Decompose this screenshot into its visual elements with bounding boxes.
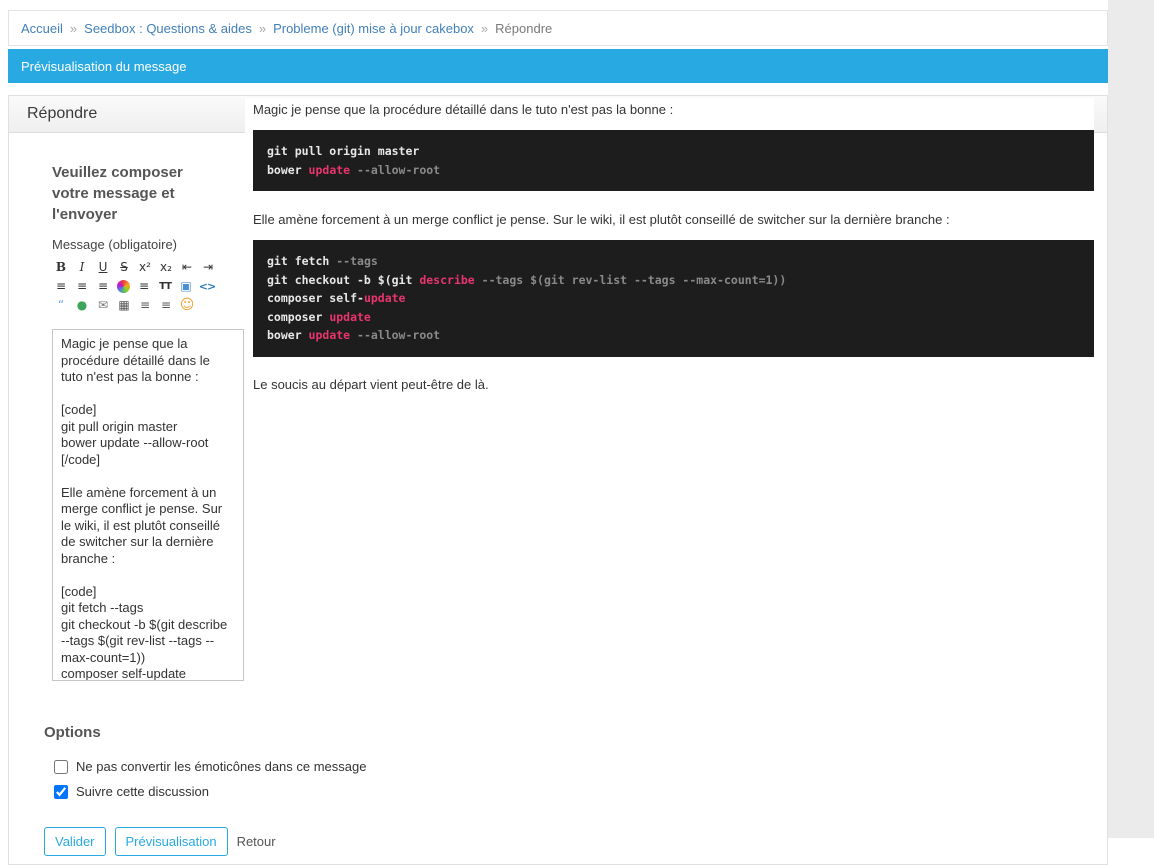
breadcrumb: Accueil » Seedbox : Questions & aides » … — [8, 10, 1108, 46]
code-segment: git pull origin master — [267, 144, 420, 158]
form-actions: Valider Prévisualisation Retour — [44, 827, 1107, 856]
superscript-icon[interactable]: x² — [136, 259, 154, 276]
message-preview: Magic je pense que la procédure détaillé… — [245, 98, 1094, 402]
breadcrumb-link-forum[interactable]: Seedbox : Questions & aides — [84, 21, 252, 36]
code-line: bower update --allow-root — [267, 161, 1080, 180]
insert-media-icon[interactable]: ▦ — [115, 297, 133, 314]
code-segment: --tags — [336, 254, 378, 268]
code-line: bower update --allow-root — [267, 326, 1080, 345]
align-right-icon[interactable]: ≡ — [94, 278, 112, 295]
code-line: git checkout -b $(git describe --tags $(… — [267, 271, 1080, 290]
preview-paragraph: Elle amène forcement à un merge conflict… — [253, 212, 950, 227]
align-justify-icon[interactable]: ≡ — [135, 278, 153, 295]
options-section: Options Ne pas convertir les émoticônes … — [44, 724, 1107, 799]
insert-email-icon[interactable]: ✉ — [94, 297, 112, 314]
reply-panel: Répondre Magic je pense que la procédure… — [8, 95, 1108, 865]
code-block-1: git pull origin master bower update --all… — [253, 130, 1094, 191]
align-center-icon[interactable]: ≡ — [73, 278, 91, 295]
code-line: git fetch --tags — [267, 252, 1080, 271]
code-segment: composer self- — [267, 291, 364, 305]
code-segment: git fetch — [267, 254, 337, 268]
preview-paragraph: Le soucis au départ vient peut-être de l… — [253, 376, 489, 392]
breadcrumb-separator: » — [480, 20, 489, 36]
follow-topic-checkbox[interactable] — [54, 784, 68, 799]
breadcrumb-link-home[interactable]: Accueil — [21, 21, 63, 36]
preview-banner-text: Prévisualisation du message — [21, 58, 187, 74]
code-block-2: git fetch --tags git checkout -b $(git de… — [253, 240, 1094, 357]
code-line: composer self-update — [267, 289, 1080, 308]
underline-icon[interactable]: U — [94, 259, 112, 276]
toolbar-row: B I U Sx² x₂ ⇤ ⇥ — [52, 258, 259, 277]
bold-icon[interactable]: B — [52, 259, 70, 276]
align-left-icon[interactable]: ≡ — [52, 278, 70, 295]
code-segment: bower — [267, 328, 309, 342]
breadcrumb-link-topic[interactable]: Probleme (git) mise à jour cakebox — [273, 21, 474, 36]
quote-icon[interactable]: “ — [52, 297, 70, 314]
insert-link-icon[interactable]: ● — [73, 297, 91, 314]
message-field-label: Message (obligatoire) — [52, 237, 178, 252]
option-no-emoticons[interactable]: Ne pas convertir les émoticônes dans ce … — [54, 759, 1107, 774]
indent-icon[interactable]: ⇥ — [199, 259, 217, 276]
option-follow-topic[interactable]: Suivre cette discussion — [54, 784, 1107, 799]
emoticons-icon[interactable]: ☺ — [178, 297, 196, 314]
ordered-list-icon[interactable]: ≡ — [136, 297, 154, 314]
font-color-icon[interactable] — [117, 280, 130, 293]
outdent-icon[interactable]: ⇤ — [178, 259, 196, 276]
breadcrumb-current: Répondre — [495, 20, 553, 36]
unordered-list-icon[interactable]: ≡ — [157, 297, 175, 314]
breadcrumb-separator: » — [69, 20, 78, 36]
code-segment: --allow-root — [350, 328, 441, 342]
code-segment: composer — [267, 309, 330, 324]
code-segment: describe — [419, 272, 475, 287]
toolbar-row: “● ✉ ▦ ≡ ≡ ☺ — [52, 296, 259, 315]
preview-paragraph: Magic je pense que la procédure détaillé… — [253, 102, 674, 117]
code-segment: update — [329, 309, 371, 324]
code-line: composer update — [267, 308, 1080, 327]
no-emoticons-label: Ne pas convertir les émoticônes dans ce … — [76, 759, 367, 774]
subscript-icon[interactable]: x₂ — [157, 259, 175, 276]
toolbar-row: ≡ ≡ ≡ ≡ TT ▣ <> — [52, 277, 259, 296]
insert-code-icon[interactable]: <> — [198, 278, 216, 295]
code-segment: update — [308, 162, 351, 177]
italic-icon[interactable]: I — [73, 259, 91, 276]
no-emoticons-checkbox[interactable] — [54, 759, 68, 774]
format-toolbar: B I U Sx² x₂ ⇤ ⇥ ≡ ≡ ≡ ≡ TT ▣ <> “● ✉ ▦ ≡ ≡ ☺ — [52, 258, 259, 315]
breadcrumb-separator: » — [258, 20, 267, 36]
back-link[interactable]: Retour — [237, 827, 276, 849]
compose-heading: Veuillez composer votre message et l'env… — [52, 164, 183, 223]
page-content: Accueil » Seedbox : Questions & aides » … — [8, 10, 1108, 865]
message-textarea[interactable]: Magic je pense que la procédure détaillé… — [52, 329, 244, 681]
code-segment: --allow-root — [350, 162, 441, 177]
panel-title: Répondre — [27, 105, 98, 122]
options-heading: Options — [44, 724, 101, 741]
font-size-icon[interactable]: TT — [156, 278, 174, 295]
code-segment: update — [363, 291, 406, 305]
code-segment: --tags $(git rev-list --tags --max-count… — [474, 272, 787, 287]
compose-section: Veuillez composer votre message et l'env… — [44, 162, 259, 686]
preview-banner: Prévisualisation du message — [8, 49, 1108, 83]
code-segment: git checkout -b $(git — [267, 272, 420, 287]
follow-topic-label: Suivre cette discussion — [76, 784, 209, 799]
code-segment: update — [308, 328, 351, 342]
code-segment: bower — [267, 162, 309, 177]
preview-button[interactable]: Prévisualisation — [114, 827, 228, 856]
page-right-background — [1108, 0, 1154, 838]
submit-button[interactable]: Valider — [44, 827, 106, 856]
insert-image-icon[interactable]: ▣ — [177, 278, 195, 295]
strikethrough-icon[interactable]: S — [115, 259, 133, 276]
code-line: git pull origin master — [267, 142, 1080, 161]
